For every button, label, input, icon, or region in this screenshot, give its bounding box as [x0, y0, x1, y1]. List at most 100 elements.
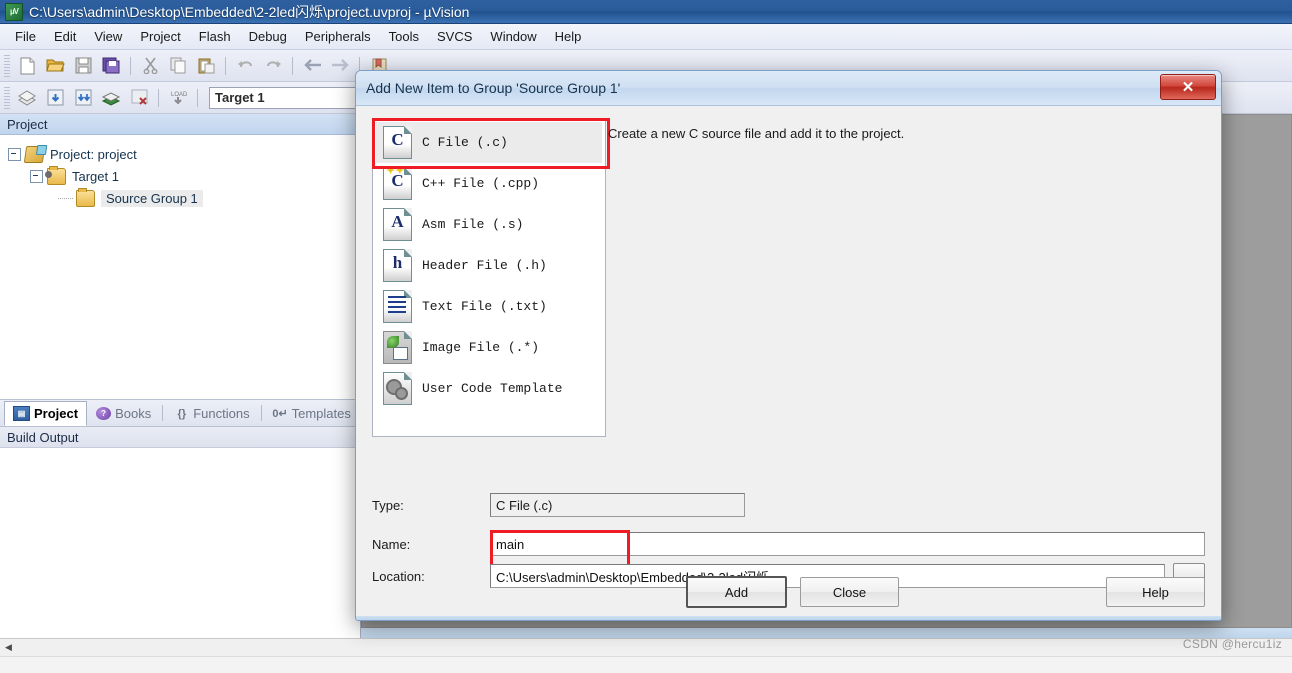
editor-bottom-strip: [361, 628, 1292, 638]
tab-functions[interactable]: {} Functions: [165, 401, 258, 426]
rebuild-all-icon[interactable]: [70, 86, 96, 110]
batch-build-icon[interactable]: [98, 86, 124, 110]
menu-item-help[interactable]: Help: [546, 26, 591, 47]
navigate-forward-icon[interactable]: [327, 54, 353, 78]
tree-node-label: Project: project: [50, 146, 137, 162]
redo-icon[interactable]: [260, 54, 286, 78]
menu-item-peripherals[interactable]: Peripherals: [296, 26, 380, 47]
name-input[interactable]: main: [490, 532, 1205, 556]
file-type-header[interactable]: h Header File (.h): [376, 245, 602, 286]
tree-node-label: Source Group 1: [101, 189, 203, 207]
file-type-user-template[interactable]: User Code Template: [376, 368, 602, 409]
save-all-icon[interactable]: [98, 54, 124, 78]
window-title: C:\Users\admin\Desktop\Embedded\2-2led闪烁…: [29, 3, 470, 20]
scrollbar-track[interactable]: [17, 640, 1292, 655]
build-output-header: Build Output: [0, 426, 360, 448]
toolbar-separator: [130, 56, 131, 75]
image-file-icon: [383, 331, 412, 364]
download-icon[interactable]: LOAD: [165, 86, 191, 110]
templates-icon: 0↵: [272, 408, 288, 420]
file-type-label: Image File (.*): [422, 340, 540, 355]
dialog-body: C C File (.c) ✦✦ C C++ File (.cpp) A Asm …: [356, 106, 1221, 620]
menu-item-svcs[interactable]: SVCS: [428, 26, 481, 47]
project-pane-header: Project: [0, 114, 360, 135]
file-type-cpp[interactable]: ✦✦ C C++ File (.cpp): [376, 163, 602, 204]
tab-templates[interactable]: 0↵ Templates: [264, 401, 360, 426]
asm-file-icon: A: [383, 208, 412, 241]
close-button[interactable]: Close: [800, 577, 899, 607]
new-file-icon[interactable]: [14, 54, 40, 78]
project-pane: Project Project: project Target 1 Source…: [0, 114, 361, 638]
collapse-icon[interactable]: [8, 147, 21, 161]
menu-item-window[interactable]: Window: [481, 26, 545, 47]
window-titlebar: µV C:\Users\admin\Desktop\Embedded\2-2le…: [0, 0, 1292, 24]
project-icon: [23, 145, 46, 163]
books-icon: ?: [96, 407, 112, 420]
file-type-label: User Code Template: [422, 381, 563, 396]
collapse-icon[interactable]: [30, 169, 43, 183]
toolbar-grip[interactable]: [4, 54, 10, 77]
file-type-image[interactable]: Image File (.*): [376, 327, 602, 368]
menu-item-project[interactable]: Project: [131, 26, 189, 47]
menu-item-debug[interactable]: Debug: [240, 26, 296, 47]
file-type-asm[interactable]: A Asm File (.s): [376, 204, 602, 245]
file-type-text[interactable]: Text File (.txt): [376, 286, 602, 327]
tree-node-project[interactable]: Project: project: [0, 143, 360, 165]
add-new-item-dialog: Add New Item to Group 'Source Group 1' ✕…: [355, 70, 1222, 621]
type-value-field: C File (.c): [490, 493, 745, 517]
menu-item-edit[interactable]: Edit: [45, 26, 85, 47]
project-tree: Project: project Target 1 Source Group 1: [0, 135, 360, 399]
tree-connector: [58, 192, 74, 204]
menu-item-file[interactable]: File: [6, 26, 45, 47]
build-icon[interactable]: [14, 86, 40, 110]
folder-icon: [76, 187, 95, 207]
build-output-content: [0, 448, 360, 638]
target-selector-value: Target 1: [215, 90, 265, 105]
save-icon[interactable]: [70, 54, 96, 78]
toolbar-grip[interactable]: [4, 86, 10, 109]
cut-icon[interactable]: [137, 54, 163, 78]
menu-item-flash[interactable]: Flash: [190, 26, 240, 47]
uvision-icon: µV: [5, 2, 23, 21]
close-icon[interactable]: ✕: [1160, 74, 1216, 100]
form-row-type: Type: C File (.c): [372, 492, 1205, 518]
status-bar: [0, 656, 1292, 673]
cpp-file-icon: ✦✦ C: [383, 166, 412, 200]
stop-build-icon[interactable]: [126, 86, 152, 110]
menu-item-view[interactable]: View: [85, 26, 131, 47]
tab-project[interactable]: ▤ Project: [4, 401, 88, 426]
add-button[interactable]: Add: [686, 576, 787, 608]
file-type-label: Asm File (.s): [422, 217, 524, 232]
tab-label: Templates: [291, 406, 351, 421]
navigate-back-icon[interactable]: [299, 54, 325, 78]
open-file-icon[interactable]: [42, 54, 68, 78]
undo-icon[interactable]: [232, 54, 258, 78]
tree-node-target[interactable]: Target 1: [0, 165, 360, 187]
c-file-icon: C: [383, 126, 412, 159]
tree-node-source-group[interactable]: Source Group 1: [0, 187, 360, 209]
toolbar-separator: [197, 88, 198, 107]
build-target-icon[interactable]: [42, 86, 68, 110]
menu-item-tools[interactable]: Tools: [380, 26, 428, 47]
paste-icon[interactable]: [193, 54, 219, 78]
form-row-name: Name: main: [372, 531, 1205, 557]
svg-text:LOAD: LOAD: [171, 92, 188, 98]
type-label: Type:: [372, 497, 404, 513]
tab-books[interactable]: ? Books: [87, 401, 160, 426]
file-type-label: Header File (.h): [422, 258, 547, 273]
user-code-template-icon: [383, 372, 412, 405]
dialog-bottom-accent: [356, 616, 1221, 620]
scroll-left-icon[interactable]: ◀: [0, 640, 17, 655]
name-label: Name:: [372, 536, 411, 552]
horizontal-scrollbar[interactable]: ◀: [0, 638, 1292, 656]
file-type-c[interactable]: C C File (.c): [376, 122, 602, 163]
description-text: Create a new C source file and add it to…: [608, 126, 905, 141]
tab-label: Books: [115, 406, 152, 421]
menu-bar: File Edit View Project Flash Debug Perip…: [0, 24, 1292, 50]
copy-icon[interactable]: [165, 54, 191, 78]
file-type-list[interactable]: C C File (.c) ✦✦ C C++ File (.cpp) A Asm …: [372, 118, 606, 437]
help-button[interactable]: Help: [1106, 577, 1205, 607]
tree-node-label: Target 1: [72, 168, 119, 184]
tab-label: Project: [34, 406, 79, 421]
toolbar-separator: [225, 56, 226, 75]
